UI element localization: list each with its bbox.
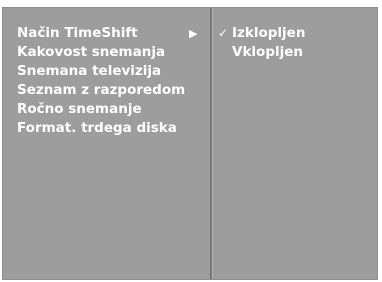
osd-menu: Način TimeShift ▶ Kakovost snemanja Snem… [2, 7, 378, 280]
menu-item-recorded-tv[interactable]: Snemana televizija [3, 62, 210, 81]
option-on[interactable]: Vklopljen [214, 43, 377, 62]
menu-item-label: Seznam z razporedom [17, 82, 186, 98]
option-label: Izklopljen [232, 25, 306, 41]
menu-item-label: Snemana televizija [17, 63, 162, 79]
menu-item-label: Način TimeShift [17, 25, 138, 41]
checkmark-icon: ✓ [218, 26, 229, 40]
submenu-arrow-icon: ▶ [189, 27, 198, 40]
menu-item-label: Kakovost snemanja [17, 44, 166, 60]
menu-item-label: Format. trdega diska [17, 120, 177, 136]
menu-item-schedule-list[interactable]: Seznam z razporedom [3, 81, 210, 100]
menu-item-format-hard-disk[interactable]: Format. trdega diska [3, 119, 210, 138]
menu-item-timeshift-mode[interactable]: Način TimeShift ▶ [3, 24, 210, 43]
submenu-panel: ✓ Izklopljen Vklopljen [214, 8, 377, 279]
main-menu-panel: Način TimeShift ▶ Kakovost snemanja Snem… [3, 8, 210, 279]
menu-item-label: Ročno snemanje [17, 101, 142, 117]
menu-item-recording-quality[interactable]: Kakovost snemanja [3, 43, 210, 62]
menu-item-manual-recording[interactable]: Ročno snemanje [3, 100, 210, 119]
panel-divider [210, 8, 213, 279]
option-label: Vklopljen [232, 44, 304, 60]
option-off[interactable]: ✓ Izklopljen [214, 24, 377, 43]
